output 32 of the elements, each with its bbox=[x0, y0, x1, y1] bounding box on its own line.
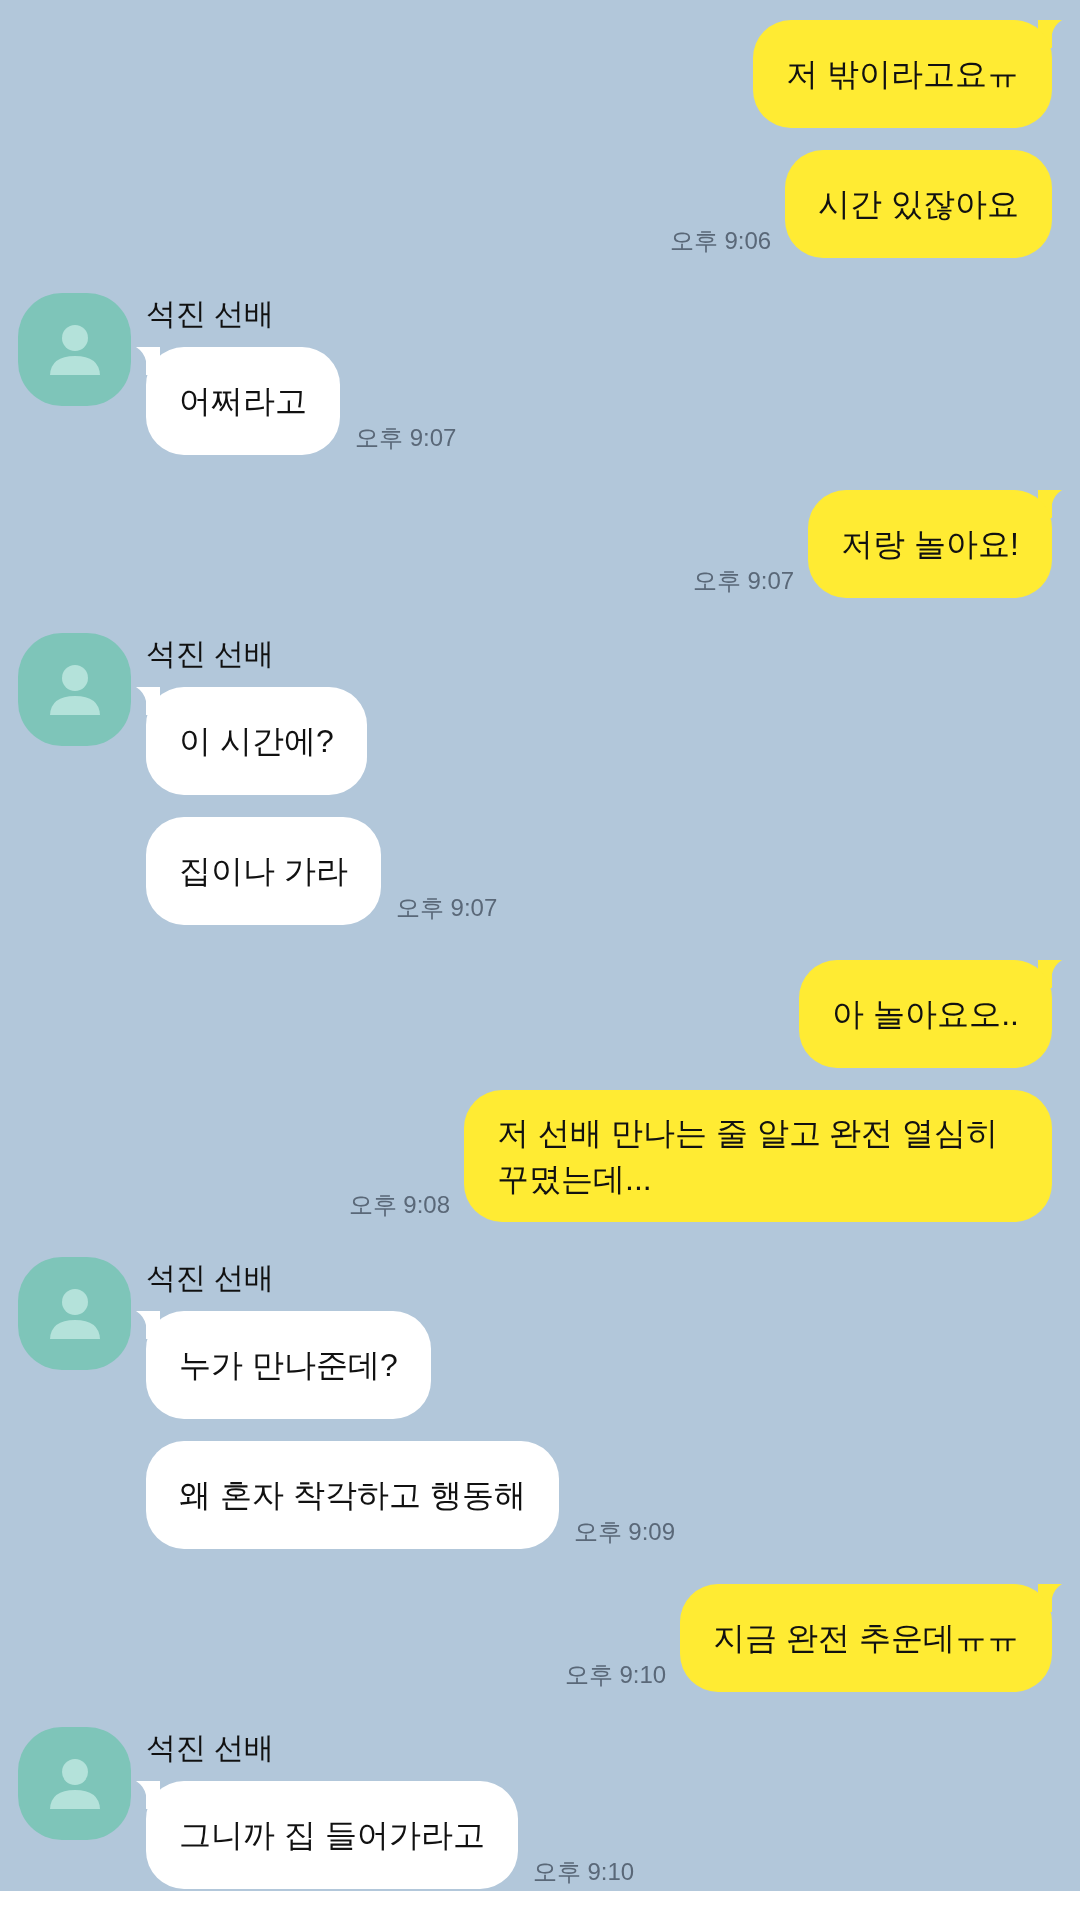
message-bubble: 저 밖이라고요ㅠ bbox=[753, 20, 1052, 128]
message-bubble: 저 선배 만나는 줄 알고 완전 열심히 꾸몄는데... bbox=[464, 1090, 1052, 1222]
message-bubble: 저랑 놀아요! bbox=[808, 490, 1052, 598]
message-bubble: 누가 만나준데? bbox=[146, 1311, 431, 1419]
message-time: 오후 9:10 bbox=[564, 1660, 667, 1690]
message-time: 오후 9:09 bbox=[573, 1517, 676, 1547]
profile-avatar[interactable] bbox=[18, 633, 131, 746]
message-time: 오후 9:06 bbox=[669, 226, 772, 256]
person-icon bbox=[49, 664, 100, 715]
message-bubble: 집이나 가라 bbox=[146, 817, 381, 925]
person-icon bbox=[49, 1288, 100, 1339]
sender-name: 석진 선배 bbox=[146, 1260, 275, 1296]
message-bubble: 시간 있잖아요 bbox=[785, 150, 1052, 258]
message-bubble: 아 놀아요오.. bbox=[799, 960, 1052, 1068]
message-bubble: 이 시간에? bbox=[146, 687, 367, 795]
profile-avatar[interactable] bbox=[18, 1257, 131, 1370]
message-time: 오후 9:07 bbox=[692, 566, 795, 596]
profile-avatar[interactable] bbox=[18, 1727, 131, 1840]
message-bubble: 지금 완전 추운데ㅠㅠ bbox=[680, 1584, 1052, 1692]
message-time: 오후 9:08 bbox=[348, 1190, 450, 1220]
sender-name: 석진 선배 bbox=[146, 1730, 275, 1766]
sender-name: 석진 선배 bbox=[146, 636, 275, 672]
person-icon bbox=[49, 1758, 100, 1809]
message-time: 오후 9:07 bbox=[395, 893, 498, 923]
message-time: 오후 9:10 bbox=[532, 1857, 635, 1887]
message-bubble: 어쩌라고 bbox=[146, 347, 340, 455]
profile-avatar[interactable] bbox=[18, 293, 131, 406]
message-bubble: 그니까 집 들어가라고 bbox=[146, 1781, 518, 1889]
message-time: 오후 9:07 bbox=[355, 423, 457, 453]
person-icon bbox=[49, 324, 100, 375]
sender-name: 석진 선배 bbox=[146, 296, 275, 332]
message-bubble: 왜 혼자 착각하고 행동해 bbox=[146, 1441, 559, 1549]
